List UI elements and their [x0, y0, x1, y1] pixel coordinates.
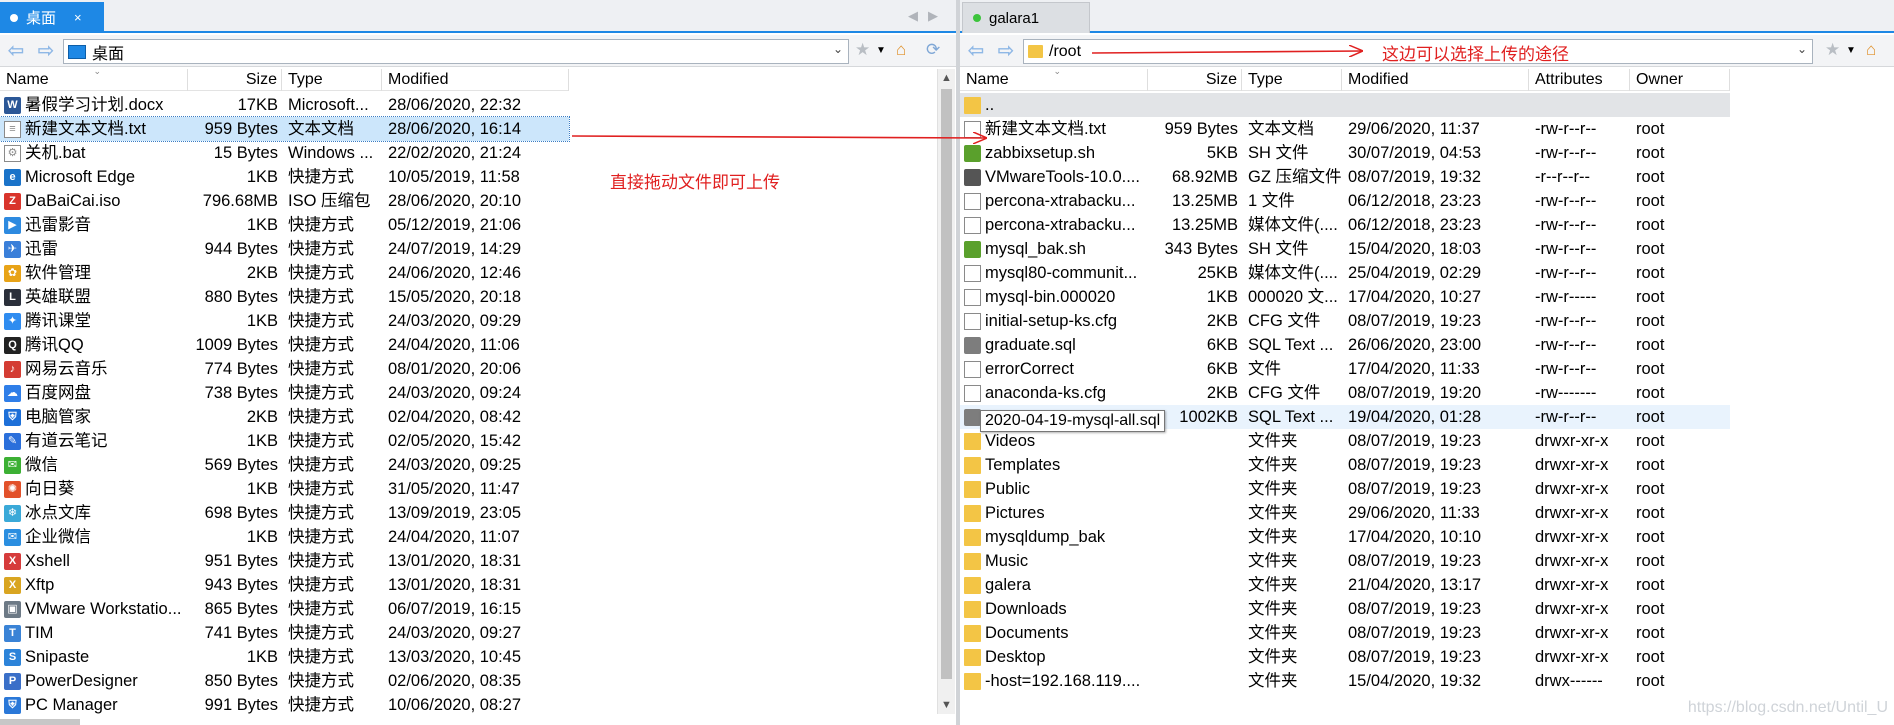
drag-arrow	[571, 136, 986, 138]
path-arrow	[1091, 51, 1362, 53]
annotation-arrows	[571, 0, 1894, 725]
